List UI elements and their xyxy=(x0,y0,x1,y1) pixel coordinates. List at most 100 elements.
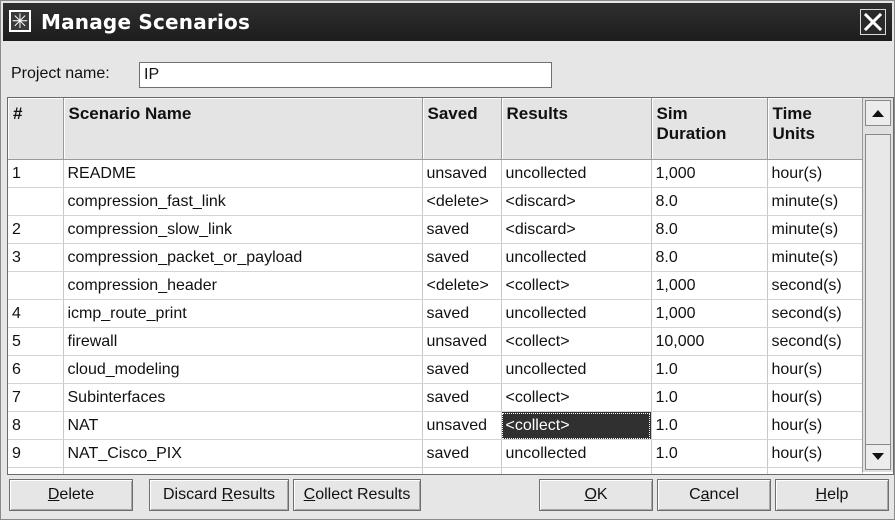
column-header-results[interactable]: Results xyxy=(501,98,652,160)
cell-sim-duration[interactable]: 8.0 xyxy=(651,243,768,272)
cell-results[interactable]: <discard> xyxy=(501,215,652,244)
cell-results[interactable]: uncollected xyxy=(501,299,652,328)
cell-time-units[interactable]: hour(s) xyxy=(767,383,863,412)
cell-sim-duration[interactable]: 1.0 xyxy=(651,411,768,440)
table-row[interactable]: 4 icmp_route_print saved uncollected 1,000 se… xyxy=(8,299,863,328)
scroll-down-button[interactable] xyxy=(865,444,891,470)
cell-scenario-name[interactable]: firewall xyxy=(63,327,423,356)
cell-time-units[interactable]: minute(s) xyxy=(767,215,863,244)
vertical-scrollbar[interactable] xyxy=(862,98,893,472)
cell-time-units[interactable]: second(s) xyxy=(767,299,863,328)
cell-saved[interactable]: saved xyxy=(422,439,502,468)
cell-scenario-name[interactable]: NAT xyxy=(63,411,423,440)
cell-saved[interactable]: saved xyxy=(422,383,502,412)
cell-sim-duration[interactable]: 8.0 xyxy=(651,215,768,244)
column-header-scenario-name[interactable]: Scenario Name xyxy=(63,98,423,160)
table-row[interactable]: 1 README unsaved uncollected 1,000 hour(s) xyxy=(8,159,863,188)
collect-label: ollect Results xyxy=(315,486,411,503)
cell-time-units-empty xyxy=(767,467,863,474)
cell-sim-duration[interactable]: 1,000 xyxy=(651,271,768,300)
collect-results-button[interactable]: Collect Results xyxy=(293,479,421,511)
cell-scenario-name[interactable]: compression_header xyxy=(63,271,423,300)
triangle-up-icon xyxy=(872,110,884,117)
discard-results-button[interactable]: Discard Results xyxy=(149,479,289,511)
cell-saved-empty xyxy=(422,467,502,474)
cell-saved[interactable]: saved xyxy=(422,243,502,272)
cell-saved[interactable]: unsaved xyxy=(422,411,502,440)
cell-sim-duration[interactable]: 10,000 xyxy=(651,327,768,356)
cell-saved[interactable]: <delete> xyxy=(422,271,502,300)
cell-scenario-name[interactable]: Subinterfaces xyxy=(63,383,423,412)
cell-time-units[interactable]: minute(s) xyxy=(767,187,863,216)
column-header-time-units[interactable]: Time Units xyxy=(767,98,863,160)
close-button[interactable] xyxy=(860,9,886,35)
cell-results[interactable]: <collect> xyxy=(501,383,652,412)
cell-scenario-name[interactable]: compression_packet_or_payload xyxy=(63,243,423,272)
project-name-label: Project name: xyxy=(11,65,110,82)
delete-button[interactable]: Delete xyxy=(9,479,133,511)
table-row[interactable]: 3 compression_packet_or_payload saved uncol… xyxy=(8,243,863,272)
table-row[interactable]: 8 NAT unsaved <collect> 1.0 hour(s) xyxy=(8,411,863,440)
cancel-label: ncel xyxy=(709,486,739,503)
cancel-label-pre: C xyxy=(689,486,701,503)
cell-results[interactable]: uncollected xyxy=(501,355,652,384)
cell-saved[interactable]: saved xyxy=(422,299,502,328)
cell-time-units[interactable]: hour(s) xyxy=(767,439,863,468)
ok-button[interactable]: OK xyxy=(539,479,653,511)
cell-number-empty xyxy=(8,467,64,474)
cell-time-units[interactable]: hour(s) xyxy=(767,355,863,384)
cell-sim-duration[interactable]: 1.0 xyxy=(651,383,768,412)
table-row[interactable]: compression_header <delete> <collect> 1,000… xyxy=(8,271,863,300)
cell-saved[interactable]: <delete> xyxy=(422,187,502,216)
table-row[interactable]: 5 firewall unsaved <collect> 10,000 second(s) xyxy=(8,327,863,356)
table-row[interactable]: compression_fast_link <delete> <discard> 8.… xyxy=(8,187,863,216)
cell-scenario-name[interactable]: cloud_modeling xyxy=(63,355,423,384)
column-header-sim-duration[interactable]: Sim Duration xyxy=(651,98,768,160)
cell-saved[interactable]: saved xyxy=(422,215,502,244)
cell-time-units[interactable]: second(s) xyxy=(767,327,863,356)
cell-sim-duration[interactable]: 1.0 xyxy=(651,439,768,468)
cell-saved[interactable]: unsaved xyxy=(422,159,502,188)
time-units-line2: Units xyxy=(772,124,816,143)
cell-results[interactable]: uncollected xyxy=(501,439,652,468)
cell-number: 4 xyxy=(8,299,64,328)
cell-time-units[interactable]: hour(s) xyxy=(767,411,863,440)
cell-sim-duration[interactable]: 8.0 xyxy=(651,187,768,216)
help-button[interactable]: Help xyxy=(775,479,889,511)
cell-results[interactable]: uncollected xyxy=(501,159,652,188)
cell-scenario-name[interactable]: compression_fast_link xyxy=(63,187,423,216)
cell-time-units[interactable]: minute(s) xyxy=(767,243,863,272)
cell-sim-duration[interactable]: 1,000 xyxy=(651,299,768,328)
scroll-up-button[interactable] xyxy=(865,100,891,126)
table-row[interactable]: 9 NAT_Cisco_PIX saved uncollected 1.0 hour(s) xyxy=(8,439,863,468)
cell-saved[interactable]: unsaved xyxy=(422,327,502,356)
table-row[interactable]: 7 Subinterfaces saved <collect> 1.0 hour(s) xyxy=(8,383,863,412)
table-row[interactable]: 2 compression_slow_link saved <discard> 8.0 m… xyxy=(8,215,863,244)
cell-results[interactable]: uncollected xyxy=(501,243,652,272)
cell-time-units[interactable]: hour(s) xyxy=(767,159,863,188)
cell-results[interactable]: <discard> xyxy=(501,187,652,216)
cell-scenario-name[interactable]: compression_slow_link xyxy=(63,215,423,244)
cell-scenario-name[interactable]: README xyxy=(63,159,423,188)
cell-number xyxy=(8,271,64,300)
cell-sim-duration[interactable]: 1.0 xyxy=(651,355,768,384)
triangle-down-icon xyxy=(872,453,884,460)
cell-scenario-name[interactable]: icmp_route_print xyxy=(63,299,423,328)
scrollbar-thumb[interactable] xyxy=(865,134,891,446)
cell-saved[interactable]: saved xyxy=(422,355,502,384)
title-bar[interactable]: ✳ Manage Scenarios xyxy=(3,3,892,41)
cell-results[interactable]: <collect> xyxy=(501,327,652,356)
column-header-saved[interactable]: Saved xyxy=(422,98,502,160)
column-header-number[interactable]: # xyxy=(8,98,64,160)
help-label: elp xyxy=(827,486,849,503)
cell-sim-duration[interactable]: 1,000 xyxy=(651,159,768,188)
project-name-field[interactable]: IP xyxy=(139,62,552,88)
cell-time-units[interactable]: second(s) xyxy=(767,271,863,300)
cell-results-empty xyxy=(501,467,652,474)
cell-results[interactable]: <collect> xyxy=(501,411,652,440)
cell-scenario-name[interactable]: NAT_Cisco_PIX xyxy=(63,439,423,468)
table-row[interactable]: 6 cloud_modeling saved uncollected 1.0 hour(s… xyxy=(8,355,863,384)
cancel-button[interactable]: Ca ncel xyxy=(657,479,771,511)
cell-results[interactable]: <collect> xyxy=(501,271,652,300)
cell-number: 2 xyxy=(8,215,64,244)
